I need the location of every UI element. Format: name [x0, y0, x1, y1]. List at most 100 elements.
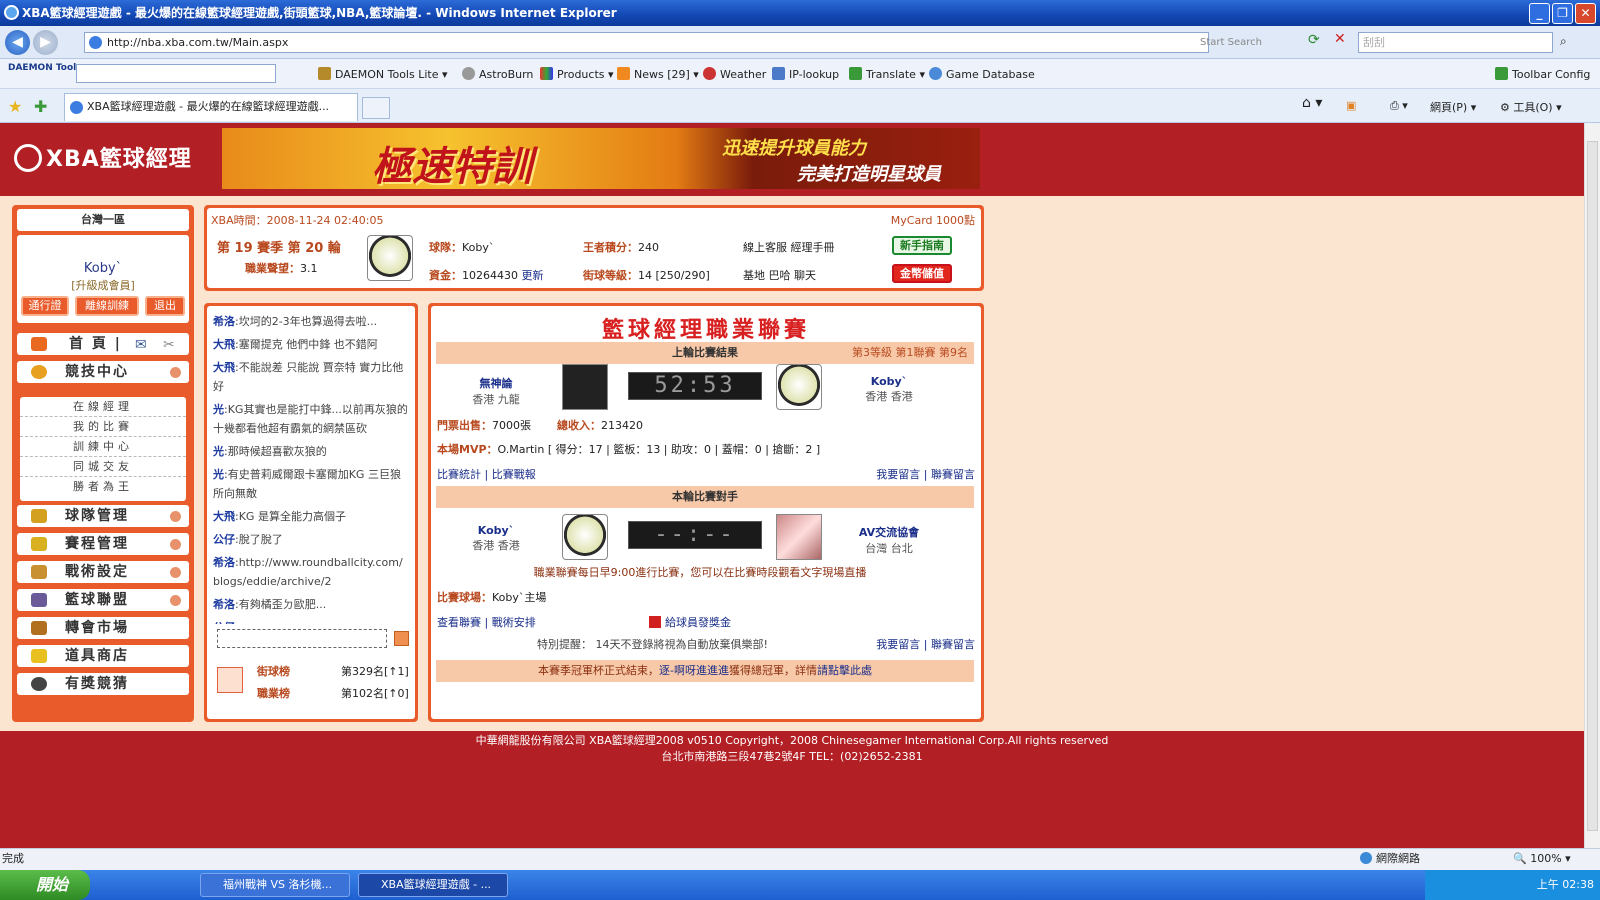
scroll-thumb[interactable] [1587, 141, 1598, 831]
translate-button[interactable]: Translate ▾ [849, 67, 925, 81]
toolbar-config-button[interactable]: Toolbar Config [1495, 67, 1590, 81]
news-button[interactable]: News [29] ▾ [617, 67, 699, 81]
mail-icon[interactable]: ✉ [135, 334, 149, 356]
gold-deposit-button[interactable]: 金幣儲值 [892, 264, 952, 283]
products-button[interactable]: Products ▾ [540, 67, 614, 81]
astroburn-button[interactable]: AstroBurn [462, 67, 533, 81]
menu-shop[interactable]: 道具商店 [17, 645, 189, 667]
start-search-label[interactable]: Start Search [1200, 32, 1280, 53]
close-button[interactable]: ✕ [1575, 3, 1596, 24]
submenu-online-manager[interactable]: 在線經理 [20, 397, 186, 417]
menu-home[interactable]: 首 頁 | ✉ ✂ [17, 333, 189, 355]
submenu-winner[interactable]: 勝者為王 [20, 477, 186, 497]
expand-icon[interactable] [170, 567, 181, 578]
menu-transfer[interactable]: 轉會市場 [17, 617, 189, 639]
passport-button[interactable]: 通行證 [21, 296, 69, 316]
expand-icon[interactable] [170, 511, 181, 522]
service-links[interactable]: 線上客服 經理手冊 [743, 239, 835, 255]
chat-input[interactable] [217, 629, 387, 648]
search-icon[interactable]: ⌕ [1560, 34, 1567, 49]
match-report-link[interactable]: 比賽戰報 [492, 468, 536, 481]
stop-icon[interactable]: ✕ [1334, 31, 1346, 47]
offline-training-button[interactable]: 離線訓練 [75, 296, 139, 316]
vertical-scrollbar[interactable] [1584, 123, 1600, 848]
match-stats-link[interactable]: 比賽統計 [437, 468, 481, 481]
chat-sender[interactable]: 大飛 [213, 361, 235, 374]
page-menu[interactable]: 網頁(P) ▾ [1430, 99, 1476, 115]
update-link[interactable]: 更新 [522, 269, 544, 282]
tactics-link[interactable]: 戰術安排 [492, 616, 536, 629]
url-input[interactable]: http://nba.xba.com.tw/Main.aspx [84, 32, 1209, 53]
career-prestige: 職業聲望：3.1 [245, 262, 318, 275]
forward-button[interactable]: ▶ [33, 30, 58, 55]
tools-menu[interactable]: ⚙ 工具(O) ▾ [1500, 99, 1562, 115]
maximize-button[interactable]: ❐ [1552, 3, 1573, 24]
tab-page-icon [70, 101, 83, 114]
back-button[interactable]: ◀ [5, 30, 30, 55]
site-logo[interactable]: XBA籃球經理 [14, 141, 192, 173]
member-rank[interactable]: [升級成會員] [17, 277, 189, 293]
weather-button[interactable]: Weather [703, 67, 766, 81]
daemon-tools-lite-button[interactable]: DAEMON Tools Lite ▾ [318, 67, 448, 81]
minimize-button[interactable]: _ [1529, 3, 1550, 24]
search-input[interactable]: 刮刮 [1358, 32, 1553, 53]
champion-team-link[interactable]: 逐-啊呀進進進 [659, 664, 729, 677]
feeds-icon[interactable]: ▣ [1346, 99, 1356, 112]
zoom-level[interactable]: 🔍 100% ▾ [1513, 849, 1571, 869]
expand-icon[interactable] [170, 539, 181, 550]
chat-sender[interactable]: 光 [213, 468, 224, 481]
menu-arena[interactable]: 競技中心 [17, 361, 189, 383]
next-home-team[interactable]: Koby` 香港 香港 [451, 524, 541, 553]
favorites-star-icon[interactable]: ★ [8, 97, 22, 116]
mycard-points[interactable]: MyCard 1000點 [891, 212, 975, 228]
chat-text: ... [235, 621, 246, 624]
submenu-training[interactable]: 訓練中心 [20, 437, 186, 457]
base-links[interactable]: 基地 巴哈 聊天 [743, 267, 816, 283]
menu-lottery[interactable]: 有獎競猜 [17, 673, 189, 695]
add-favorite-icon[interactable]: ✚ [34, 97, 47, 116]
chat-sender[interactable]: 光 [213, 445, 224, 458]
chat-sender[interactable]: 希洛 [213, 598, 235, 611]
chat-sender[interactable]: 公仔 [213, 533, 235, 546]
promo-banner[interactable]: 極速特訓 迅速提升球員能力 完美打造明星球員 [222, 128, 980, 189]
chat-sender[interactable]: 希洛 [213, 556, 235, 569]
chat-sender[interactable]: 大飛 [213, 510, 235, 523]
start-button[interactable]: 開始 [0, 870, 90, 900]
print-icon[interactable]: ⎙ ▾ [1390, 99, 1408, 113]
menu-tactics[interactable]: 戰術設定 [17, 561, 189, 583]
menu-schedule[interactable]: 賽程管理 [17, 533, 189, 555]
chat-sender[interactable]: 大飛 [213, 338, 235, 351]
view-league-link[interactable]: 查看聯賽 [437, 616, 481, 629]
new-tab-button[interactable] [362, 97, 390, 119]
menu-team[interactable]: 球隊管理 [17, 505, 189, 527]
comment-link[interactable]: 我要留言 [876, 468, 920, 481]
league-comment-link[interactable]: 聯賽留言 [931, 468, 975, 481]
toolbar-search-input[interactable] [76, 64, 276, 83]
newbie-guide-button[interactable]: 新手指南 [892, 236, 952, 255]
away-team[interactable]: Koby` 香港 香港 [844, 375, 934, 404]
next-away-team[interactable]: AV交流協會 台灣 台北 [844, 524, 934, 556]
taskbar-item-1[interactable]: 福州戰神 VS 洛杉機... [200, 873, 350, 897]
settings-icon[interactable]: ✂ [163, 334, 177, 356]
ip-lookup-button[interactable]: IP-lookup [772, 67, 839, 81]
chat-sender[interactable]: 光 [213, 403, 224, 416]
champion-details-link[interactable]: 請點擊此處 [817, 664, 872, 677]
league-comment-link-2[interactable]: 聯賽留言 [931, 638, 975, 651]
expand-icon[interactable] [170, 595, 181, 606]
comment-link-2[interactable]: 我要留言 [876, 638, 920, 651]
submenu-local-friends[interactable]: 同城交友 [20, 457, 186, 477]
menu-league[interactable]: 籃球聯盟 [17, 589, 189, 611]
chat-send-button[interactable] [394, 631, 409, 646]
submenu-my-games[interactable]: 我的比賽 [20, 417, 186, 437]
tab-xba[interactable]: XBA籃球經理遊戲 - 最火爆的在線籃球經理遊戲... [64, 93, 358, 121]
home-icon[interactable]: ⌂ ▾ [1302, 95, 1322, 111]
chat-sender[interactable]: 公仔 [213, 621, 235, 624]
home-team[interactable]: 無神論 香港 九龍 [451, 375, 541, 407]
bonus-link[interactable]: 給球員發獎金 [649, 614, 731, 630]
refresh-icon[interactable]: ⟳ [1308, 32, 1320, 48]
chat-sender[interactable]: 希洛 [213, 315, 235, 328]
game-database-button[interactable]: Game Database [929, 67, 1035, 81]
taskbar-item-2[interactable]: XBA籃球經理遊戲 - ... [358, 873, 508, 897]
logout-button[interactable]: 退出 [145, 296, 185, 316]
collapse-icon[interactable] [170, 367, 181, 378]
